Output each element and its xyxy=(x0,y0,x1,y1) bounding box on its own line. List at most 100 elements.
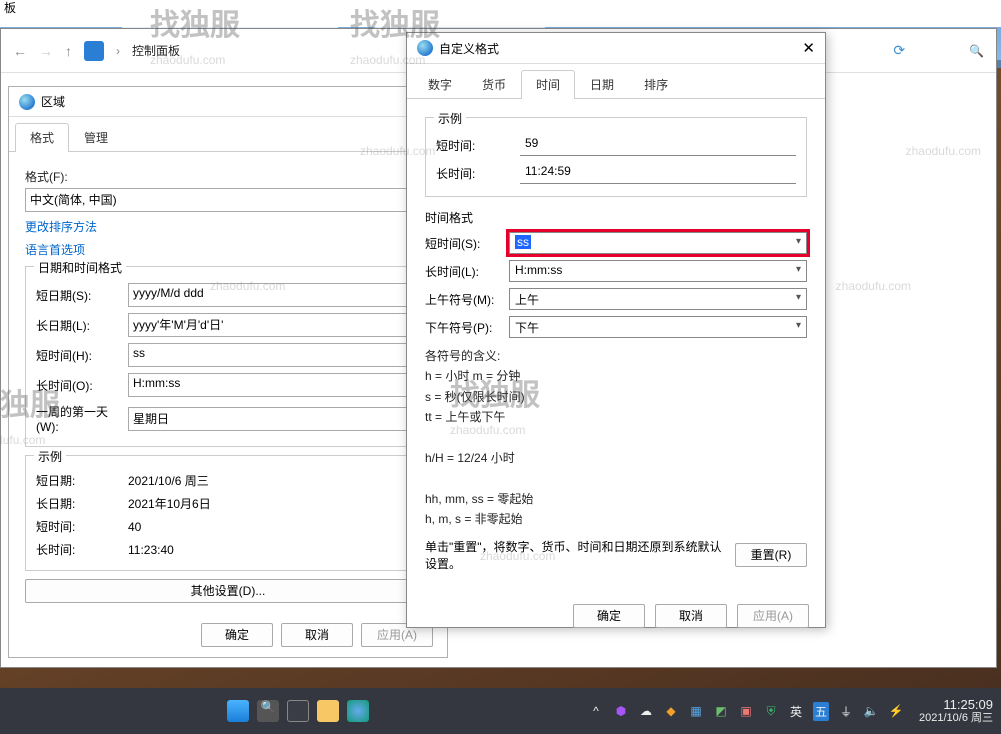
tray-app3-icon[interactable]: ▦ xyxy=(688,704,704,718)
combo-first-day[interactable]: 星期日 xyxy=(128,407,420,431)
tab-time[interactable]: 时间 xyxy=(521,70,575,98)
tray-weather-icon[interactable]: ☁ xyxy=(638,704,654,718)
legend-time-format: 时间格式 xyxy=(425,209,807,226)
ime-lang-icon[interactable]: 英 xyxy=(788,703,804,720)
group-example: 示例 短日期:2021/10/6 周三 长日期:2021年10月6日 短时间:4… xyxy=(25,455,431,571)
volume-icon[interactable]: 🔈 xyxy=(863,704,879,718)
lbl-short-date: 短日期(S): xyxy=(36,287,128,304)
region-dialog-titlebar: 区域 xyxy=(9,87,447,117)
link-lang-pref[interactable]: 语言首选项 xyxy=(25,241,431,258)
customize-title-text: 自定义格式 xyxy=(439,40,499,57)
combo-short-date[interactable]: yyyy/M/d ddd xyxy=(128,283,420,307)
ex2-st-l: 短时间: xyxy=(436,137,520,154)
ex2-lt-v: 11:24:59 xyxy=(520,162,796,184)
long-time-format-input[interactable]: H:mm:ss xyxy=(509,260,807,282)
region-dialog: 区域 格式 管理 格式(F): 中文(简体, 中国) 更改排序方法 语言首选项 … xyxy=(8,86,448,658)
chevron-right-icon: › xyxy=(116,44,120,58)
format-label: 格式(F): xyxy=(25,168,431,185)
combo-short-time[interactable]: ss xyxy=(128,343,420,367)
lbl-first-day: 一周的第一天(W): xyxy=(36,403,128,434)
fmt-st-l: 短时间(S): xyxy=(425,235,509,252)
legend-time-example: 示例 xyxy=(434,110,466,127)
tray-app5-icon[interactable]: ▣ xyxy=(738,704,754,718)
refresh-icon[interactable]: ⟳ xyxy=(893,42,905,59)
am-symbol-input[interactable]: 上午 xyxy=(509,288,807,310)
ex-st-l: 短时间: xyxy=(36,518,128,535)
fmt-pm-l: 下午符号(P): xyxy=(425,319,509,336)
short-time-format-input[interactable]: ss xyxy=(509,232,807,254)
cancel-button[interactable]: 取消 xyxy=(655,604,727,628)
control-panel-icon xyxy=(84,41,104,61)
customize-dialog-buttons: 确定 取消 应用(A) xyxy=(407,594,825,640)
task-view-icon[interactable] xyxy=(287,700,309,722)
reset-button[interactable]: 重置(R) xyxy=(735,543,807,567)
ex-ld-v: 2021年10月6日 xyxy=(128,495,420,512)
cancel-button[interactable]: 取消 xyxy=(281,623,353,647)
taskbar-clock[interactable]: 11:25:09 2021/10/6 周三 xyxy=(919,697,993,726)
region-tabs: 格式 管理 xyxy=(9,123,447,152)
lbl-long-date: 长日期(L): xyxy=(36,317,128,334)
reset-description: 单击"重置"，将数字、货币、时间和日期还原到系统默认设置。 xyxy=(425,538,723,572)
globe-icon xyxy=(417,40,433,56)
customize-tabs: 数字 货币 时间 日期 排序 xyxy=(407,70,825,99)
ex2-st-v: 59 xyxy=(520,134,796,156)
tray-app4-icon[interactable]: ◩ xyxy=(713,704,729,718)
pm-symbol-input[interactable]: 下午 xyxy=(509,316,807,338)
format-combo[interactable]: 中文(简体, 中国) xyxy=(25,188,431,212)
system-tray: ^ ⬢ ☁ ◆ ▦ ◩ ▣ ⛨ 英 五 ⏚ 🔈 ⚡ 11:25:09 2021/… xyxy=(588,697,993,726)
ex-sd-v: 2021/10/6 周三 xyxy=(128,472,420,489)
apply-button[interactable]: 应用(A) xyxy=(737,604,809,628)
back-arrow-icon[interactable]: ← xyxy=(13,43,27,59)
legend-example: 示例 xyxy=(34,448,66,465)
group-datetime-format: 日期和时间格式 短日期(S):yyyy/M/d ddd 长日期(L):yyyy'… xyxy=(25,266,431,447)
taskbar: 🔍 ^ ⬢ ☁ ◆ ▦ ◩ ▣ ⛨ 英 五 ⏚ 🔈 ⚡ 11:25:09 202… xyxy=(0,688,1001,734)
ex-ld-l: 长日期: xyxy=(36,495,128,512)
ex2-lt-l: 长时间: xyxy=(436,165,520,182)
tray-chevron-icon[interactable]: ^ xyxy=(588,704,604,718)
taskbar-center-icons: 🔍 xyxy=(8,700,588,722)
lbl-short-time: 短时间(H): xyxy=(36,347,128,364)
wifi-icon[interactable]: ⏚ xyxy=(838,703,854,720)
tab-currency[interactable]: 货币 xyxy=(467,70,521,98)
combo-long-date[interactable]: yyyy'年'M'月'd'日' xyxy=(128,313,420,337)
lbl-long-time: 长时间(O): xyxy=(36,377,128,394)
battery-icon[interactable]: ⚡ xyxy=(888,704,904,718)
globe-icon xyxy=(19,94,35,110)
ok-button[interactable]: 确定 xyxy=(201,623,273,647)
tab-sort[interactable]: 排序 xyxy=(629,70,683,98)
search-icon[interactable]: 🔍 xyxy=(969,44,984,58)
close-icon[interactable]: ✕ xyxy=(802,39,815,57)
symbol-meaning-block: 各符号的含义: h = 小时 m = 分钟s = 秒(仅限长时间)tt = 上午… xyxy=(425,346,807,530)
crumb-control-panel[interactable]: 控制面板 xyxy=(132,42,180,59)
tab-admin[interactable]: 管理 xyxy=(69,123,123,151)
legend-datetime: 日期和时间格式 xyxy=(34,259,126,276)
combo-long-time[interactable]: H:mm:ss xyxy=(128,373,420,397)
tab-date[interactable]: 日期 xyxy=(575,70,629,98)
group-time-format: 时间格式 短时间(S): ss 长时间(L):H:mm:ss 上午符号(M):上… xyxy=(425,205,807,576)
tab-number[interactable]: 数字 xyxy=(413,70,467,98)
ime-mode-icon[interactable]: 五 xyxy=(813,702,829,721)
ex-sd-l: 短日期: xyxy=(36,472,128,489)
cropped-title-strip: 板 xyxy=(0,0,1001,27)
ok-button[interactable]: 确定 xyxy=(573,604,645,628)
tab-format[interactable]: 格式 xyxy=(15,123,69,151)
forward-arrow-icon[interactable]: → xyxy=(39,43,53,59)
taskbar-search-icon[interactable]: 🔍 xyxy=(257,700,279,722)
link-change-sort[interactable]: 更改排序方法 xyxy=(25,218,431,235)
other-settings-button[interactable]: 其他设置(D)... xyxy=(25,579,431,603)
region-title: 区域 xyxy=(41,93,65,110)
tray-app2-icon[interactable]: ◆ xyxy=(663,704,679,718)
region-dialog-buttons: 确定 取消 应用(A) xyxy=(9,613,447,657)
ex-st-v: 40 xyxy=(128,520,420,534)
customize-format-dialog: 自定义格式 ✕ 数字 货币 时间 日期 排序 示例 短时间:59 长时间:11:… xyxy=(406,32,826,628)
explorer-icon[interactable] xyxy=(317,700,339,722)
start-icon[interactable] xyxy=(227,700,249,722)
tray-app-icon[interactable]: ⬢ xyxy=(613,704,629,718)
edge-icon[interactable] xyxy=(347,700,369,722)
ex-lt-l: 长时间: xyxy=(36,541,128,558)
tray-shield-icon[interactable]: ⛨ xyxy=(763,704,779,719)
fmt-lt-l: 长时间(L): xyxy=(425,263,509,280)
title-fragment: 板 xyxy=(0,1,16,15)
group-time-example: 示例 短时间:59 长时间:11:24:59 xyxy=(425,117,807,197)
up-arrow-icon[interactable]: ↑ xyxy=(65,43,72,59)
